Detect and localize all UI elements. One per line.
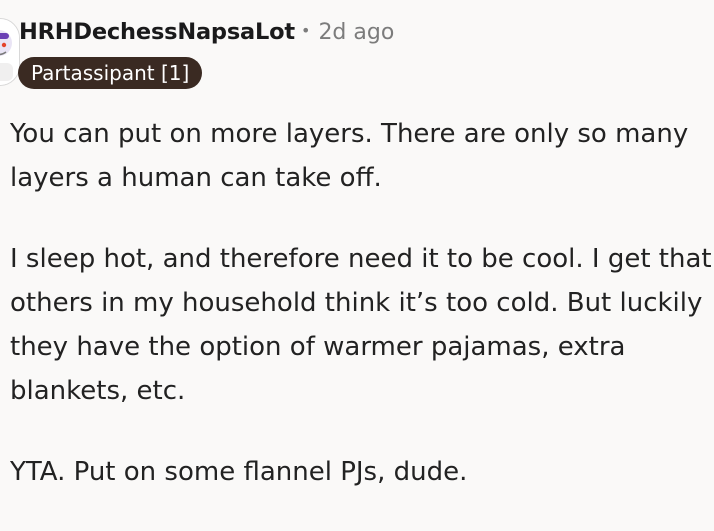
avatar[interactable]: [0, 18, 20, 86]
separator-dot: •: [301, 21, 311, 40]
comment-paragraph: You can put on more layers. There are on…: [10, 119, 689, 193]
comment-meta: • 2d ago: [301, 20, 394, 45]
user-flair-badge: Partassipant [1]: [18, 57, 203, 89]
comment-paragraph: I sleep hot, and therefore need it to be…: [10, 244, 712, 406]
comment-body: You can put on more layers. There are on…: [10, 112, 714, 531]
comment-paragraph: YTA. Put on some flannel PJs, dude.: [10, 457, 468, 487]
snoo-avatar-icon: [0, 19, 19, 85]
timestamp[interactable]: 2d ago: [318, 20, 394, 45]
username[interactable]: HRHDechessNapsaLot: [19, 19, 295, 45]
